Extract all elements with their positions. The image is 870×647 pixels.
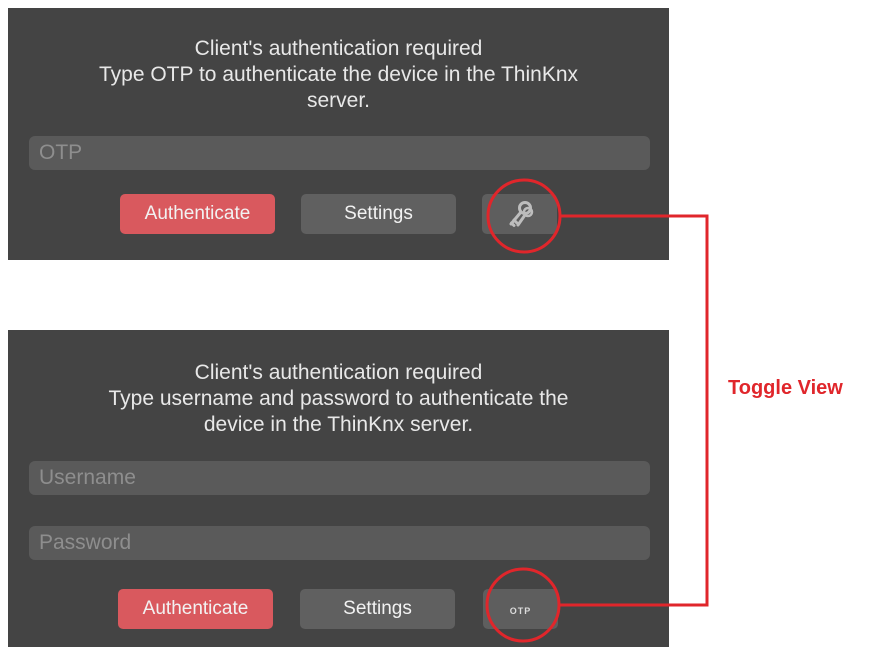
highlight-circle-otp — [485, 567, 561, 643]
toggle-connector-line — [559, 214, 709, 607]
annotation-overlay — [485, 178, 709, 643]
toggle-view-label: Toggle View — [728, 377, 843, 399]
highlight-circle-keys — [486, 178, 562, 254]
